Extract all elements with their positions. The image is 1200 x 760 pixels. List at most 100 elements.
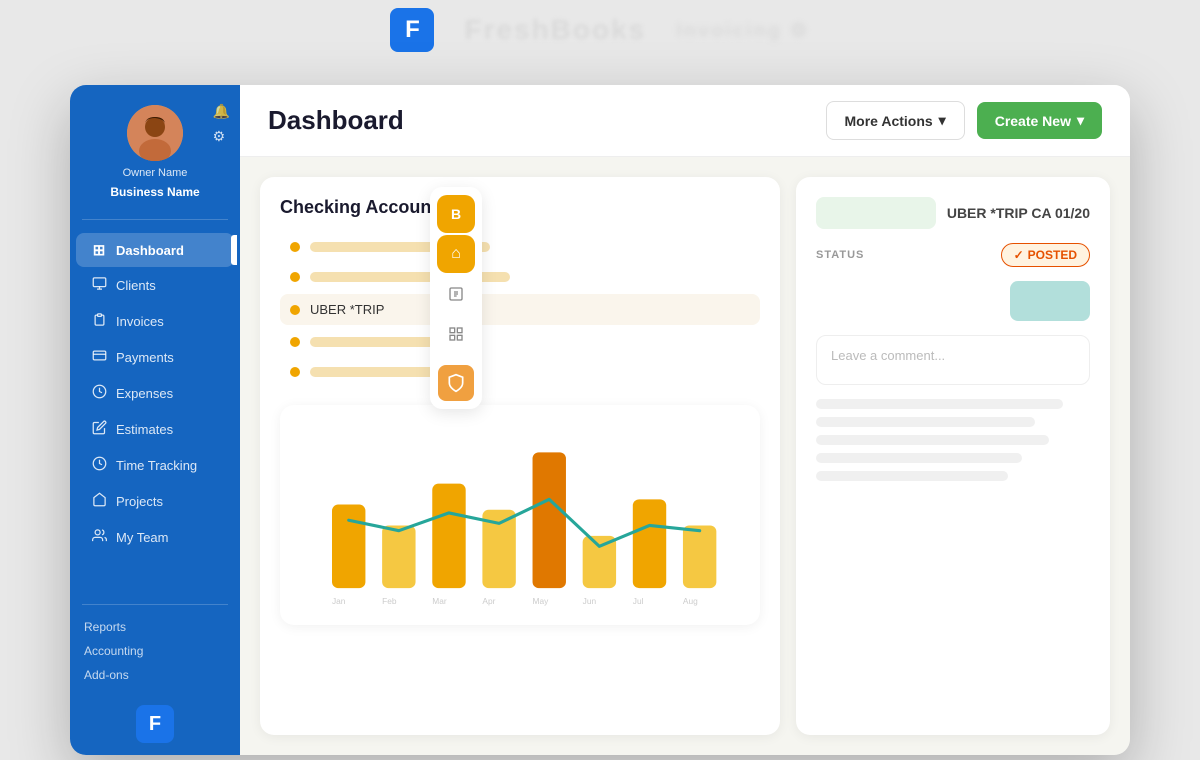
chart-label: Jul: [633, 596, 644, 606]
more-actions-button[interactable]: More Actions ▾: [826, 101, 965, 140]
amount-placeholder: [816, 197, 936, 229]
checking-header: Checking Account: [280, 197, 760, 218]
comment-box[interactable]: Leave a comment...: [816, 335, 1090, 385]
avatar[interactable]: [127, 105, 183, 161]
app-window: 🔔 ⚙ Owner Name Business Name ⊞ Dashboard…: [70, 85, 1130, 755]
chart-label: Jan: [332, 596, 346, 606]
chart-bar: [332, 505, 365, 589]
main-body: Checking Account: [240, 157, 1130, 755]
checking-account-title: Checking Account: [280, 197, 437, 218]
transaction-dot: [290, 337, 300, 347]
top-branding-bar: F FreshBooks Invoicing ⚙: [0, 0, 1200, 60]
chart-label: May: [533, 596, 550, 606]
transaction-item-highlighted[interactable]: UBER *TRIP: [280, 294, 760, 325]
header-actions: More Actions ▾ Create New ▾: [826, 101, 1102, 140]
sidebar-profile: 🔔 ⚙ Owner Name Business Name: [70, 85, 240, 215]
sidebar: 🔔 ⚙ Owner Name Business Name ⊞ Dashboard…: [70, 85, 240, 755]
main-content: Dashboard More Actions ▾ Create New ▾ Ch…: [240, 85, 1130, 755]
sidebar-item-label: Dashboard: [116, 243, 184, 258]
sidebar-reports-link[interactable]: Reports: [84, 617, 226, 637]
detail-row: [816, 435, 1049, 445]
sidebar-icon-row: 🔔 ⚙: [213, 103, 230, 145]
inner-nav-list[interactable]: [437, 275, 475, 313]
sidebar-item-time-tracking[interactable]: Time Tracking: [76, 448, 234, 483]
sidebar-item-invoices[interactable]: Invoices: [76, 304, 234, 339]
freshbooks-logo-top: F: [390, 8, 434, 52]
status-badge: ✓ POSTED: [1001, 243, 1090, 267]
chart-label: Feb: [382, 596, 397, 606]
transaction-dot: [290, 367, 300, 377]
sidebar-divider-2: [82, 604, 228, 605]
main-header: Dashboard More Actions ▾ Create New ▾: [240, 85, 1130, 157]
sidebar-nav: ⊞ Dashboard Clients Invoices P: [70, 224, 240, 600]
sidebar-bottom-logo: F: [70, 693, 240, 755]
chart-container: Jan Feb Mar Apr May Jun Jul Aug: [280, 405, 760, 625]
time-tracking-icon: [90, 456, 108, 475]
transaction-dot: [290, 272, 300, 282]
sidebar-item-label: Expenses: [116, 386, 173, 401]
inner-nav-grid[interactable]: [437, 315, 475, 353]
sidebar-item-label: Payments: [116, 350, 174, 365]
business-name-label: Business Name: [110, 185, 199, 199]
sidebar-addons-link[interactable]: Add-ons: [84, 665, 226, 685]
transaction-detail-panel: UBER *TRIP CA 01/20 STATUS ✓ POSTED Leav: [796, 177, 1110, 735]
chart-label: Apr: [482, 596, 495, 606]
chart-bar: [683, 525, 716, 588]
app-name-blurred: FreshBooks: [464, 14, 646, 46]
freshbooks-logo-bottom[interactable]: F: [136, 705, 174, 743]
inner-sidebar: B ⌂: [430, 187, 482, 409]
dashboard-content: Checking Account: [260, 177, 1110, 735]
chart-bar: [432, 484, 465, 588]
sidebar-item-label: Time Tracking: [116, 458, 197, 473]
transaction-item[interactable]: [280, 359, 760, 385]
sidebar-accounting-link[interactable]: Accounting: [84, 641, 226, 661]
estimates-icon: [90, 420, 108, 439]
sidebar-divider: [82, 219, 228, 220]
dashboard-icon: ⊞: [90, 241, 108, 259]
checking-account-panel: Checking Account: [260, 177, 780, 735]
transaction-dot: [290, 305, 300, 315]
chevron-down-icon: ▾: [939, 112, 946, 129]
merchant-label: UBER *TRIP CA 01/20: [947, 205, 1090, 221]
sidebar-item-dashboard[interactable]: ⊞ Dashboard: [76, 233, 234, 267]
detail-row: [816, 417, 1035, 427]
sidebar-item-expenses[interactable]: Expenses: [76, 376, 234, 411]
inner-nav-letter-b[interactable]: B: [437, 195, 475, 233]
sidebar-item-label: My Team: [116, 530, 169, 545]
transaction-bar: [310, 367, 450, 377]
sidebar-item-label: Invoices: [116, 314, 164, 329]
create-new-button[interactable]: Create New ▾: [977, 102, 1102, 139]
payments-icon: [90, 348, 108, 367]
detail-row: [816, 453, 1022, 463]
inner-bottom-logo[interactable]: [438, 365, 474, 401]
notification-icon[interactable]: 🔔: [213, 103, 230, 120]
transaction-label: UBER *TRIP: [310, 302, 384, 317]
expenses-icon: [90, 384, 108, 403]
transaction-item[interactable]: [280, 234, 760, 260]
sidebar-item-my-team[interactable]: My Team: [76, 520, 234, 555]
active-indicator: [231, 235, 237, 265]
sidebar-item-projects[interactable]: Projects: [76, 484, 234, 519]
chevron-down-icon: ▾: [1077, 112, 1084, 129]
teal-block: [1010, 281, 1090, 321]
status-check-icon: ✓: [1014, 248, 1024, 262]
status-row: STATUS ✓ POSTED: [816, 243, 1090, 267]
sidebar-item-payments[interactable]: Payments: [76, 340, 234, 375]
status-label: STATUS: [816, 249, 864, 261]
sidebar-item-clients[interactable]: Clients: [76, 268, 234, 303]
detail-row: [816, 399, 1063, 409]
page-title: Dashboard: [268, 105, 404, 136]
transaction-item[interactable]: [280, 264, 760, 290]
my-team-icon: [90, 528, 108, 547]
sidebar-item-estimates[interactable]: Estimates: [76, 412, 234, 447]
settings-icon[interactable]: ⚙: [213, 128, 230, 145]
transaction-dot: [290, 242, 300, 252]
status-value: POSTED: [1028, 248, 1077, 262]
chart-label: Aug: [683, 596, 698, 606]
tagline-blurred: Invoicing ⚙: [676, 18, 809, 43]
chart-bar: [633, 499, 666, 588]
chart-label: Mar: [432, 596, 447, 606]
inner-nav-home[interactable]: ⌂: [437, 235, 475, 273]
projects-icon: [90, 492, 108, 511]
transaction-item[interactable]: [280, 329, 760, 355]
